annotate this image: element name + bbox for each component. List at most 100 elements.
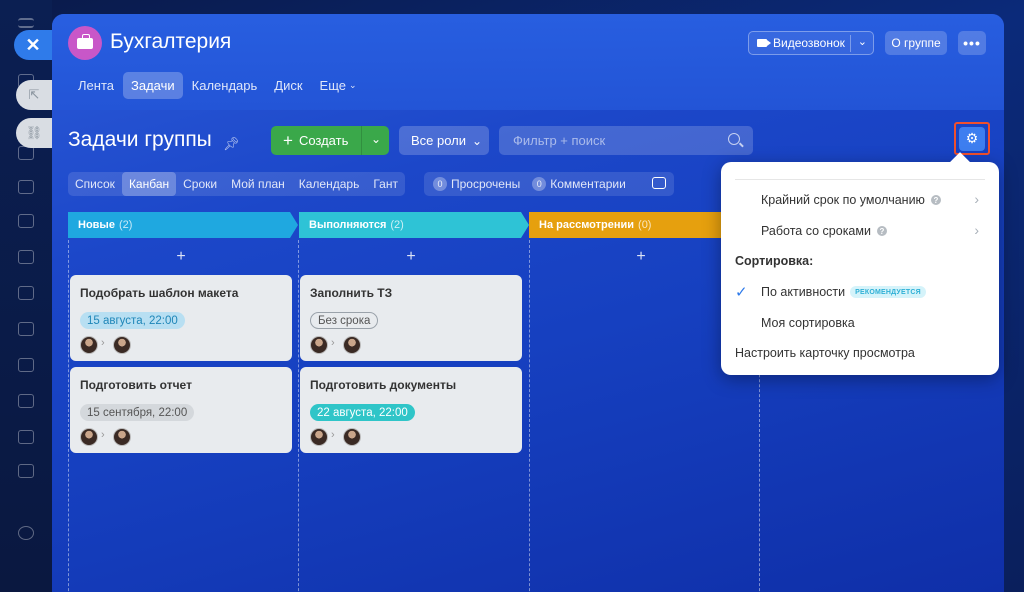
calendar-icon[interactable] xyxy=(18,214,34,228)
creator-avatar[interactable] xyxy=(80,336,98,354)
task-title[interactable]: Подобрать шаблон макета xyxy=(80,286,238,300)
chevron-down-icon: ⌄ xyxy=(348,80,357,90)
column-header-in-progress[interactable]: Выполняются (2) xyxy=(299,212,529,238)
menu-icon[interactable] xyxy=(18,18,34,28)
add-task-review[interactable]: + xyxy=(530,248,752,266)
arrow-icon: › xyxy=(331,429,335,441)
responsible-avatar[interactable] xyxy=(113,428,131,446)
more-button[interactable]: ••• xyxy=(958,31,986,55)
task-title[interactable]: Заполнить ТЗ xyxy=(310,286,392,300)
help-icon[interactable]: ? xyxy=(876,226,887,236)
group-title: Бухгалтерия xyxy=(110,30,232,53)
column-divider xyxy=(68,240,69,592)
kanban-settings-popup: Крайний срок по умолчанию? › Работа со с… xyxy=(721,162,999,375)
task-card[interactable]: Подготовить отчет 15 сентября, 22:00 › xyxy=(70,367,292,453)
roles-dropdown[interactable]: Все роли ⌄ xyxy=(399,126,489,155)
menu-item-sort-mine[interactable]: Моя сортировка xyxy=(761,316,855,330)
read-all-icon[interactable] xyxy=(652,177,666,189)
funnel-icon[interactable] xyxy=(18,430,34,444)
column-header-review[interactable]: На рассмотрении (0) xyxy=(529,212,729,238)
search-placeholder: Фильтр + поиск xyxy=(513,133,606,148)
deadline-badge[interactable]: 15 августа, 22:00 xyxy=(80,312,185,329)
tab-gantt[interactable]: Гант xyxy=(366,172,405,196)
counter-overdue-label: Просрочены xyxy=(451,177,521,191)
chevron-right-icon: › xyxy=(974,191,979,207)
task-card[interactable]: Заполнить ТЗ Без срока › xyxy=(300,275,522,361)
task-title[interactable]: Подготовить документы xyxy=(310,378,456,392)
task-card[interactable]: Подготовить документы 22 августа, 22:00 … xyxy=(300,367,522,453)
file-icon[interactable] xyxy=(18,464,34,478)
copy-link-button[interactable]: ⛓ xyxy=(16,118,52,148)
menu-item-work-deadlines[interactable]: Работа со сроками? xyxy=(761,224,887,238)
open-in-new-window-button[interactable]: ⇱ xyxy=(16,80,52,110)
chevron-right-icon: › xyxy=(974,222,979,238)
chevron-down-icon[interactable]: ⌄ xyxy=(371,132,381,146)
arrow-icon: › xyxy=(331,337,335,349)
column-divider xyxy=(298,240,299,592)
deadline-badge[interactable]: 15 сентября, 22:00 xyxy=(80,404,195,421)
counter-overdue[interactable]: 0 Просрочены xyxy=(433,177,520,191)
responsible-avatar[interactable] xyxy=(343,336,361,354)
add-task-new[interactable]: + xyxy=(70,248,292,266)
document-icon[interactable] xyxy=(18,250,34,264)
crm-icon[interactable] xyxy=(18,286,34,300)
menu-item-label: По активности xyxy=(761,285,846,299)
group-avatar[interactable] xyxy=(68,26,102,60)
menu-item-sort-activity[interactable]: По активности РЕКОМЕНДУЕТСЯ xyxy=(761,285,926,299)
mail-icon[interactable] xyxy=(18,322,34,336)
settings-icon[interactable] xyxy=(18,526,34,540)
tab-deadlines[interactable]: Сроки xyxy=(176,172,224,196)
menu-item-configure-card[interactable]: Настроить карточку просмотра xyxy=(735,346,915,360)
nav-calendar[interactable]: Календарь xyxy=(184,72,266,99)
video-call-button[interactable]: Видеозвонок ⌄ xyxy=(748,31,874,55)
menu-item-default-deadline[interactable]: Крайний срок по умолчанию? xyxy=(761,193,941,207)
about-group-button[interactable]: О группе xyxy=(885,31,947,55)
search-icon[interactable] xyxy=(728,133,740,145)
deadline-badge[interactable]: 22 августа, 22:00 xyxy=(310,404,415,421)
deadline-badge[interactable]: Без срока xyxy=(310,312,379,329)
tasks-icon[interactable] xyxy=(18,146,34,160)
tab-kanban[interactable]: Канбан xyxy=(121,172,177,196)
tab-list[interactable]: Список xyxy=(68,172,122,196)
filter-search-input[interactable]: Фильтр + поиск xyxy=(499,126,753,155)
arrow-icon: › xyxy=(101,337,105,349)
nav-feed[interactable]: Лента xyxy=(70,72,122,99)
help-icon[interactable]: ? xyxy=(930,195,941,205)
responsible-avatar[interactable] xyxy=(113,336,131,354)
column-header-new[interactable]: Новые (2) xyxy=(68,212,298,238)
close-slider-button[interactable]: ✕ xyxy=(14,30,52,60)
counter-comments[interactable]: 0 Комментарии xyxy=(532,177,626,191)
sign-icon[interactable] xyxy=(18,394,34,408)
page-title: Задачи группы xyxy=(68,128,212,151)
link-icon: ⛓ xyxy=(25,125,43,140)
task-title[interactable]: Подготовить отчет xyxy=(80,378,192,392)
tab-my-plan[interactable]: Мой план xyxy=(224,172,292,196)
task-card[interactable]: Подобрать шаблон макета 15 августа, 22:0… xyxy=(70,275,292,361)
sort-heading: Сортировка: xyxy=(735,254,814,268)
creator-avatar[interactable] xyxy=(80,428,98,446)
gear-icon[interactable]: ⚙ xyxy=(959,126,985,151)
plus-icon: + xyxy=(283,130,293,150)
column-name: Новые xyxy=(78,219,115,231)
counter-comments-label: Комментарии xyxy=(550,177,626,191)
pin-icon[interactable]: 📌︎ xyxy=(223,136,240,152)
column-name: Выполняются xyxy=(309,219,387,231)
create-task-button[interactable]: + Создать ⌄ xyxy=(271,126,389,155)
nav-tasks[interactable]: Задачи xyxy=(122,72,183,99)
chevron-down-icon[interactable]: ⌄ xyxy=(858,35,867,48)
open-external-icon: ⇱ xyxy=(28,87,40,102)
add-task-in-progress[interactable]: + xyxy=(300,248,522,266)
divider xyxy=(735,179,985,180)
responsible-avatar[interactable] xyxy=(343,428,361,446)
counter-comments-count: 0 xyxy=(532,177,547,191)
tab-calendar[interactable]: Календарь xyxy=(292,172,367,196)
camera-icon xyxy=(757,39,771,47)
counters-bar: 0 Просрочены 0 Комментарии xyxy=(424,172,674,196)
creator-avatar[interactable] xyxy=(310,428,328,446)
nav-more[interactable]: Еще ⌄ xyxy=(312,72,365,99)
creator-avatar[interactable] xyxy=(310,336,328,354)
contacts-icon[interactable] xyxy=(18,358,34,372)
nav-disk[interactable]: Диск xyxy=(266,72,310,99)
chat-icon[interactable] xyxy=(18,180,34,194)
group-nav: Лента Задачи Календарь Диск Еще ⌄ xyxy=(70,72,366,99)
